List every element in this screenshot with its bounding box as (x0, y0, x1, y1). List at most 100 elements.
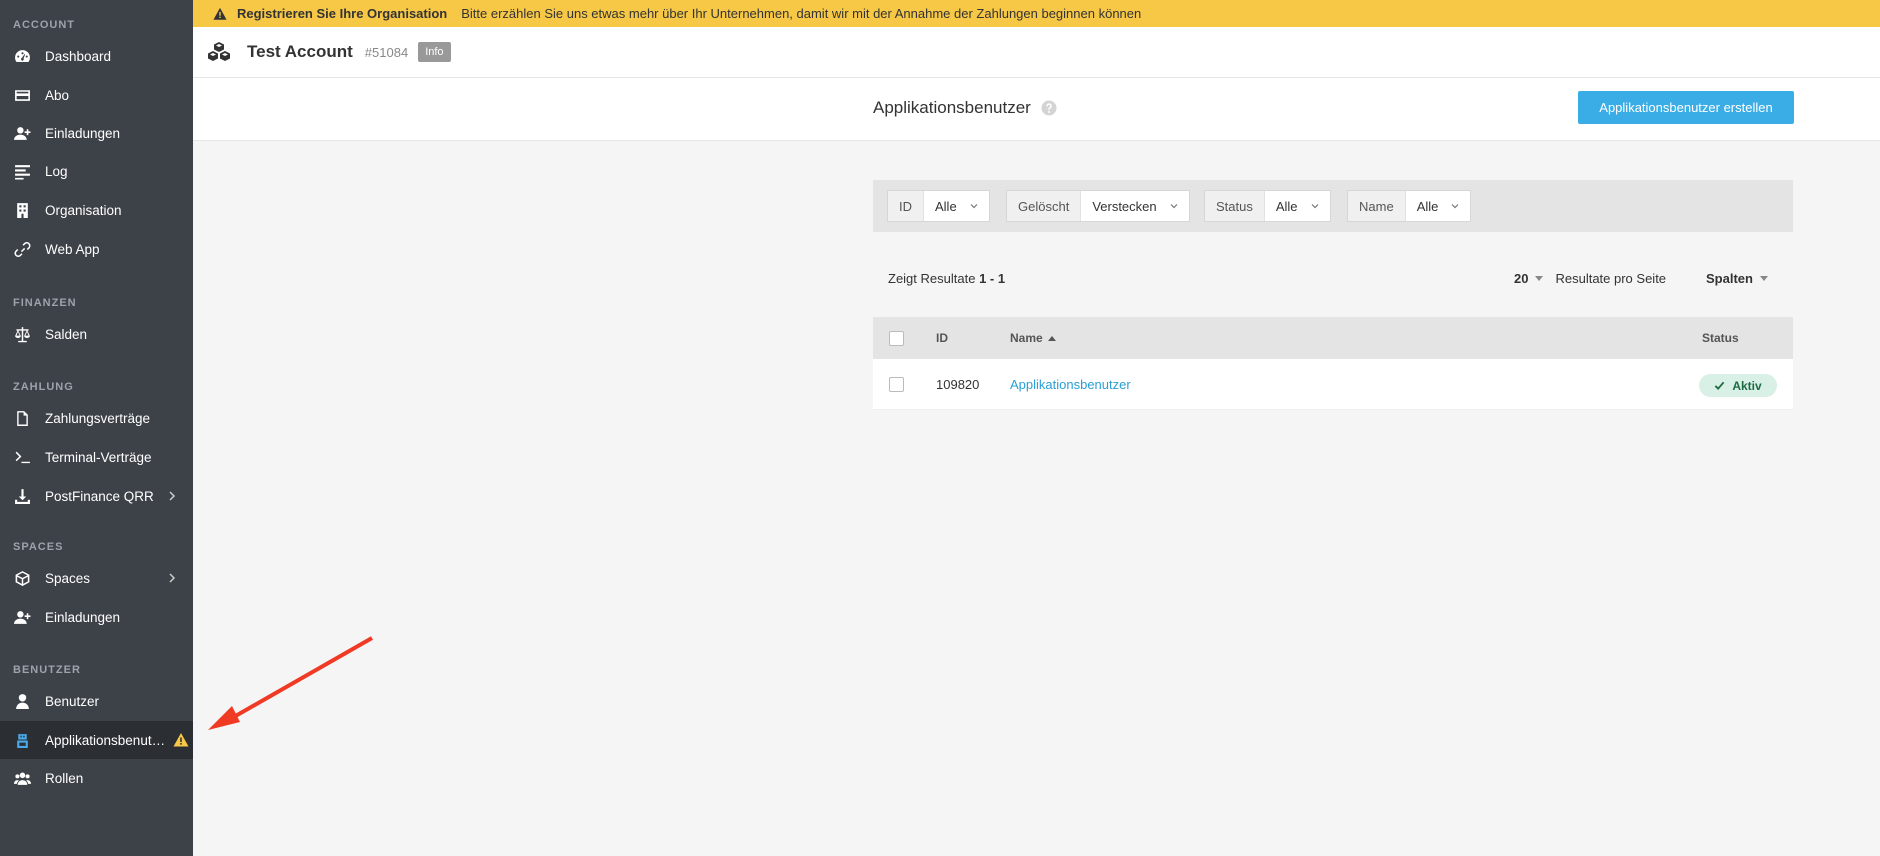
sidebar-item-einladungen-spaces[interactable]: Einladungen (0, 598, 193, 636)
page-title: Applikationsbenutzer (873, 98, 1057, 118)
sidebar-item-organisation[interactable]: Organisation (0, 191, 193, 229)
results-count: Zeigt Resultate 1 - 1 (888, 271, 1005, 286)
chevron-down-icon (1451, 204, 1459, 209)
section-spaces: SPACES (13, 541, 64, 553)
create-application-user-button[interactable]: Applikationsbenutzer erstellen (1578, 91, 1794, 124)
user-plus-icon (13, 608, 31, 626)
sidebar-item-label: Log (45, 163, 68, 179)
sidebar-item-label: PostFinance QRR (45, 488, 154, 504)
sidebar-item-label: Salden (45, 326, 88, 342)
filter-label: ID (888, 191, 924, 221)
chevron-right-icon (169, 491, 176, 501)
filter-label: Gelöscht (1007, 191, 1082, 221)
caret-down-icon (1759, 276, 1768, 281)
user-icon (13, 692, 31, 710)
credit-card-icon (13, 86, 31, 104)
sidebar-item-label: Einladungen (45, 125, 121, 141)
filter-status-select[interactable]: Alle (1265, 191, 1330, 221)
section-account: ACCOUNT (13, 19, 75, 31)
sidebar-item-abo[interactable]: Abo (0, 76, 193, 114)
sidebar-item-terminal-vertraege[interactable]: Terminal-Verträge (0, 438, 193, 476)
filter-geloescht[interactable]: Gelöscht Verstecken (1006, 190, 1190, 222)
column-header-status[interactable]: Status (1702, 317, 1739, 359)
filter-status[interactable]: Status Alle (1204, 190, 1331, 222)
balance-scale-icon (13, 325, 31, 343)
banner-message: Bitte erzählen Sie uns etwas mehr über I… (461, 6, 1142, 21)
dashboard-icon (13, 47, 31, 65)
filter-label: Name (1348, 191, 1406, 221)
building-icon (13, 201, 31, 219)
link-icon (13, 240, 31, 258)
caret-down-icon (1535, 276, 1544, 281)
sidebar-item-log[interactable]: Log (0, 152, 193, 190)
filter-id[interactable]: ID Alle (887, 190, 990, 222)
filter-name-select[interactable]: Alle (1406, 191, 1471, 221)
per-page-select[interactable]: 20 (1514, 271, 1544, 286)
filter-name[interactable]: Name Alle (1347, 190, 1472, 222)
help-icon[interactable] (1041, 100, 1057, 116)
warning-icon (213, 7, 227, 20)
registration-banner: Registrieren Sie Ihre Organisation Bitte… (193, 0, 1880, 27)
filter-label: Status (1205, 191, 1265, 221)
filter-geloescht-select[interactable]: Verstecken (1081, 191, 1188, 221)
column-header-id[interactable]: ID (936, 317, 948, 359)
sidebar-item-zahlungsvertraege[interactable]: Zahlungsverträge (0, 399, 193, 437)
column-header-name-label: Name (1010, 331, 1043, 345)
results-prefix: Zeigt Resultate (888, 271, 976, 286)
page-header: Applikationsbenutzer Applikationsbenutze… (193, 78, 1880, 141)
sort-ascending-icon (1047, 335, 1056, 341)
section-benutzer: BENUTZER (13, 664, 81, 676)
filter-value: Verstecken (1092, 198, 1157, 214)
row-name-link[interactable]: Applikationsbenutzer (1010, 377, 1131, 392)
chevron-down-icon (1170, 204, 1178, 209)
select-all-checkbox[interactable] (889, 331, 904, 346)
check-icon (1715, 381, 1725, 391)
robot-user-icon (13, 731, 31, 749)
cube-icon (13, 569, 31, 587)
sidebar-item-label: Abo (45, 87, 70, 103)
users-icon (13, 769, 31, 787)
filter-value: Alle (1275, 198, 1298, 214)
column-header-name[interactable]: Name (1010, 317, 1056, 359)
account-name[interactable]: Test Account (247, 42, 353, 62)
banner-title[interactable]: Registrieren Sie Ihre Organisation (237, 6, 447, 21)
status-badge: Aktiv (1699, 374, 1777, 397)
sidebar-item-applikationsbenutzer[interactable]: Applikationsbenut… (0, 721, 193, 759)
sidebar-item-einladungen[interactable]: Einladungen (0, 114, 193, 152)
sidebar-item-salden[interactable]: Salden (0, 315, 193, 353)
cubes-icon (208, 42, 230, 61)
row-name: Applikationsbenutzer (1010, 359, 1131, 409)
columns-label: Spalten (1706, 271, 1753, 286)
section-finanzen: FINANZEN (13, 297, 77, 309)
info-badge[interactable]: Info (418, 42, 451, 62)
sidebar-item-dashboard[interactable]: Dashboard (0, 37, 193, 75)
user-plus-icon (13, 124, 31, 142)
columns-dropdown[interactable]: Spalten (1706, 271, 1768, 286)
terminal-icon (13, 448, 31, 466)
per-page-control: 20 Resultate pro Seite (1514, 271, 1666, 286)
account-id: #51084 (364, 44, 409, 60)
filter-bar: ID Alle Gelöscht Verstecken Status Alle … (873, 180, 1793, 232)
filter-id-select[interactable]: Alle (924, 191, 989, 221)
warning-icon (173, 733, 189, 747)
sidebar-item-rollen[interactable]: Rollen (0, 759, 193, 797)
application-users-table: ID Name Status 109820 Applikationsbenutz… (873, 317, 1793, 410)
sidebar-item-label: Dashboard (45, 48, 112, 64)
list-icon (13, 162, 31, 180)
sidebar-item-label: Applikationsbenut… (45, 732, 166, 748)
table-header: ID Name Status (873, 317, 1793, 359)
sidebar-item-postfinance-qrr[interactable]: PostFinance QRR (0, 477, 193, 515)
chevron-down-icon (1311, 204, 1318, 209)
sidebar-item-label: Einladungen (45, 609, 121, 625)
per-page-value: 20 (1514, 271, 1529, 286)
account-header: Test Account #51084 Info (193, 27, 1880, 78)
sidebar-item-web-app[interactable]: Web App (0, 230, 193, 268)
file-icon (13, 409, 31, 427)
row-checkbox[interactable] (889, 377, 904, 392)
sidebar-item-label: Benutzer (45, 693, 100, 709)
sidebar-item-label: Web App (45, 241, 100, 257)
per-page-label: Resultate pro Seite (1555, 271, 1667, 286)
chevron-down-icon (970, 204, 978, 209)
sidebar-item-benutzer[interactable]: Benutzer (0, 682, 193, 720)
sidebar-item-spaces[interactable]: Spaces (0, 559, 193, 597)
